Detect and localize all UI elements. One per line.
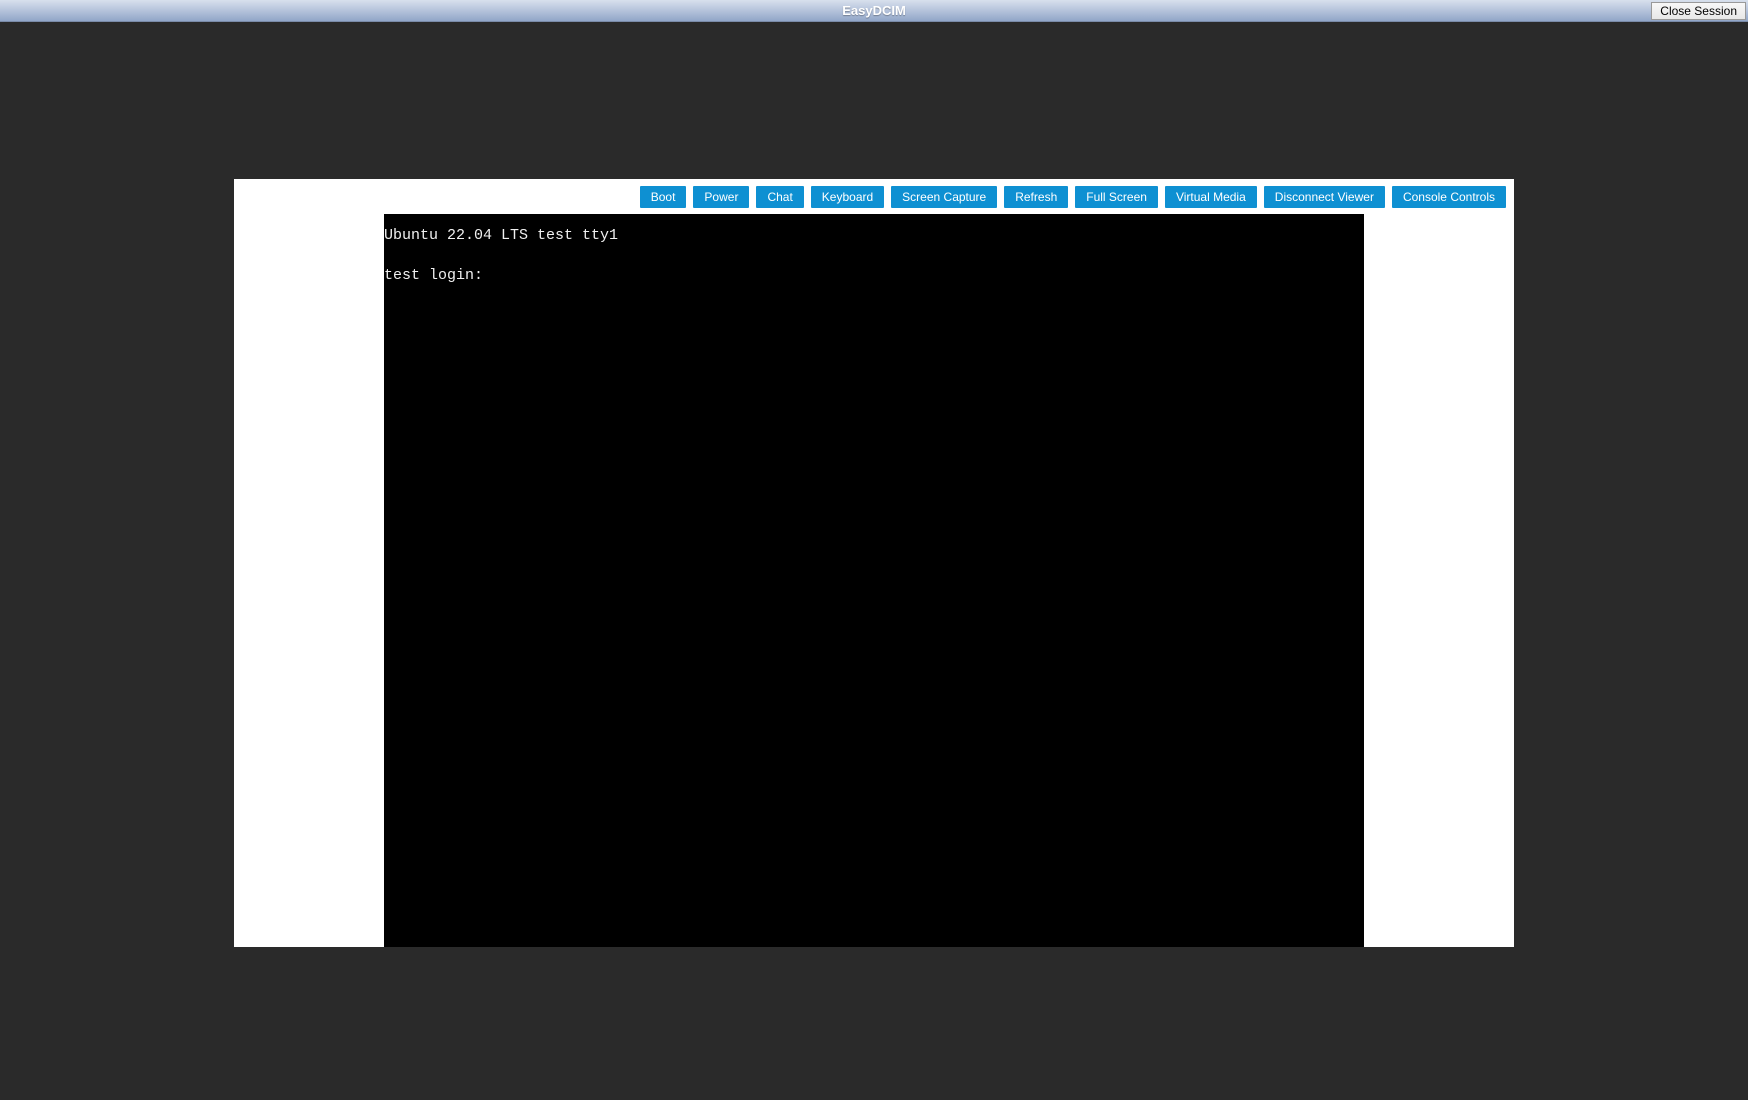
virtual-media-button[interactable]: Virtual Media (1165, 186, 1257, 208)
refresh-button[interactable]: Refresh (1004, 186, 1068, 208)
power-button[interactable]: Power (693, 186, 749, 208)
disconnect-viewer-button[interactable]: Disconnect Viewer (1264, 186, 1385, 208)
terminal-login-prompt: test login: (384, 266, 1364, 286)
console-toolbar: Boot Power Chat Keyboard Screen Capture … (234, 179, 1514, 214)
close-session-button[interactable]: Close Session (1651, 2, 1746, 20)
main-area: Boot Power Chat Keyboard Screen Capture … (0, 22, 1748, 1100)
full-screen-button[interactable]: Full Screen (1075, 186, 1158, 208)
terminal-banner-line: Ubuntu 22.04 LTS test tty1 (384, 226, 1364, 246)
title-bar: EasyDCIM Close Session (0, 0, 1748, 22)
terminal-screen[interactable]: Ubuntu 22.04 LTS test tty1 test login: (384, 214, 1364, 947)
screen-capture-button[interactable]: Screen Capture (891, 186, 997, 208)
terminal-blank-line (384, 246, 1364, 266)
app-title: EasyDCIM (842, 3, 906, 18)
console-container: Boot Power Chat Keyboard Screen Capture … (234, 179, 1514, 947)
console-controls-button[interactable]: Console Controls (1392, 186, 1506, 208)
keyboard-button[interactable]: Keyboard (811, 186, 884, 208)
chat-button[interactable]: Chat (756, 186, 803, 208)
boot-button[interactable]: Boot (640, 186, 687, 208)
